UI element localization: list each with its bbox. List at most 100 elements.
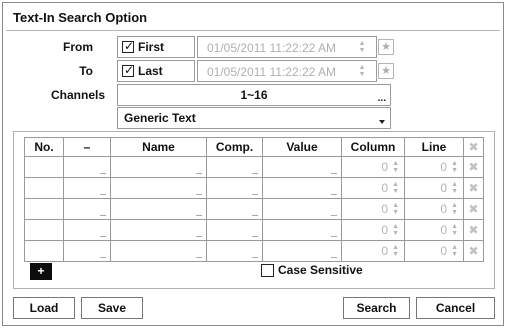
value-cell[interactable]	[262, 240, 342, 262]
column-stepper[interactable]: 0 ▲ ▼	[341, 219, 405, 241]
channels-value: 1~16	[240, 88, 268, 102]
ellipsis-marker	[196, 236, 202, 237]
dropdown-marker	[252, 173, 258, 174]
spinner-arrows-icon[interactable]: ▲ ▼	[451, 181, 458, 195]
comp-cell[interactable]	[206, 177, 263, 199]
ellipsis-marker	[331, 173, 337, 174]
comp-cell[interactable]	[206, 156, 263, 178]
ellipsis-marker	[196, 194, 202, 195]
line-value: 0	[440, 202, 447, 216]
table-row: 0 ▲ ▼ 0 ▲ ▼ ✖	[24, 198, 484, 220]
operator-cell[interactable]	[63, 198, 111, 220]
comp-cell[interactable]	[206, 198, 263, 220]
value-cell[interactable]	[262, 219, 342, 241]
column-value: 0	[381, 181, 388, 195]
table-row: 0 ▲ ▼ 0 ▲ ▼ ✖	[24, 156, 484, 178]
spinner-arrows-icon[interactable]: ▲ ▼	[392, 202, 399, 216]
operator-cell[interactable]	[63, 177, 111, 199]
delete-x-icon[interactable]: ✖	[463, 177, 484, 199]
column-value: 0	[381, 160, 388, 174]
name-cell[interactable]	[110, 198, 207, 220]
spinner-arrows-icon[interactable]: ▲ ▼	[358, 40, 366, 54]
header-value: Value	[262, 137, 342, 157]
spinner-arrows-icon[interactable]: ▲ ▼	[358, 64, 366, 78]
case-sensitive-label: Case Sensitive	[278, 263, 363, 277]
add-condition-button[interactable]: +	[30, 263, 52, 280]
column-stepper[interactable]: 0 ▲ ▼	[341, 156, 405, 178]
star-icon[interactable]: ★	[378, 39, 394, 55]
save-button[interactable]: Save	[81, 297, 143, 319]
header-column: Column	[341, 137, 405, 157]
spinner-arrows-icon[interactable]: ▲ ▼	[451, 244, 458, 258]
ellipsis-marker	[331, 215, 337, 216]
star-icon[interactable]: ★	[378, 63, 394, 79]
spinner-arrows-icon[interactable]: ▲ ▼	[451, 202, 458, 216]
from-datetime-field[interactable]: 01/05/2011 11:22:22 AM ▲ ▼	[197, 36, 377, 58]
line-stepper[interactable]: 0 ▲ ▼	[404, 156, 464, 178]
line-stepper[interactable]: 0 ▲ ▼	[404, 198, 464, 220]
dropdown-marker	[252, 215, 258, 216]
ellipsis-marker	[331, 257, 337, 258]
delete-x-icon[interactable]: ✖	[463, 240, 484, 262]
row-no-cell	[24, 156, 64, 178]
header-name: Name	[110, 137, 207, 157]
cancel-button[interactable]: Cancel	[416, 297, 495, 319]
dropdown-marker	[252, 236, 258, 237]
title-divider	[6, 30, 500, 31]
delete-all-icon[interactable]: ✖	[463, 137, 484, 157]
comp-cell[interactable]	[206, 219, 263, 241]
to-last-toggle[interactable]: ✓ Last	[117, 60, 195, 82]
spinner-arrows-icon[interactable]: ▲ ▼	[392, 181, 399, 195]
name-cell[interactable]	[110, 156, 207, 178]
text-type-dropdown[interactable]: Generic Text	[117, 107, 391, 129]
name-cell[interactable]	[110, 219, 207, 241]
comp-cell[interactable]	[206, 240, 263, 262]
from-first-checkbox[interactable]: ✓	[122, 39, 134, 53]
spinner-arrows-icon[interactable]: ▲ ▼	[451, 223, 458, 237]
line-stepper[interactable]: 0 ▲ ▼	[404, 240, 464, 262]
ellipsis-icon: ...	[377, 93, 386, 104]
name-cell[interactable]	[110, 177, 207, 199]
load-button[interactable]: Load	[13, 297, 75, 319]
name-cell[interactable]	[110, 240, 207, 262]
channels-selector[interactable]: 1~16 ...	[117, 84, 391, 106]
dropdown-marker	[100, 173, 106, 174]
spinner-arrows-icon[interactable]: ▲ ▼	[392, 160, 399, 174]
operator-cell[interactable]	[63, 240, 111, 262]
column-stepper[interactable]: 0 ▲ ▼	[341, 198, 405, 220]
column-stepper[interactable]: 0 ▲ ▼	[341, 177, 405, 199]
spinner-arrows-icon[interactable]: ▲ ▼	[451, 160, 458, 174]
delete-x-icon[interactable]: ✖	[463, 219, 484, 241]
text-type-value: Generic Text	[124, 111, 196, 125]
line-stepper[interactable]: 0 ▲ ▼	[404, 219, 464, 241]
table-row: 0 ▲ ▼ 0 ▲ ▼ ✖	[24, 240, 484, 262]
search-button[interactable]: Search	[343, 297, 410, 319]
column-stepper[interactable]: 0 ▲ ▼	[341, 240, 405, 262]
table-row: 0 ▲ ▼ 0 ▲ ▼ ✖	[24, 177, 484, 199]
spinner-arrows-icon[interactable]: ▲ ▼	[392, 244, 399, 258]
conditions-table: No. – Name Comp. Value Column Line ✖ 0 ▲ ▼…	[24, 137, 484, 262]
to-last-label: Last	[138, 64, 163, 78]
column-value: 0	[381, 202, 388, 216]
row-no-cell	[24, 177, 64, 199]
ellipsis-marker	[196, 215, 202, 216]
dropdown-marker	[100, 257, 106, 258]
operator-cell[interactable]	[63, 156, 111, 178]
value-cell[interactable]	[262, 198, 342, 220]
line-stepper[interactable]: 0 ▲ ▼	[404, 177, 464, 199]
from-first-toggle[interactable]: ✓ First	[117, 36, 195, 58]
value-cell[interactable]	[262, 177, 342, 199]
to-datetime-field[interactable]: 01/05/2011 11:22:22 AM ▲ ▼	[197, 60, 377, 82]
to-datetime-value: 01/05/2011 11:22:22 AM	[207, 65, 336, 79]
value-cell[interactable]	[262, 156, 342, 178]
from-datetime-value: 01/05/2011 11:22:22 AM	[207, 41, 336, 55]
table-row: 0 ▲ ▼ 0 ▲ ▼ ✖	[24, 219, 484, 241]
dropdown-arrow-icon	[379, 120, 385, 124]
spinner-arrows-icon[interactable]: ▲ ▼	[392, 223, 399, 237]
ellipsis-marker	[196, 257, 202, 258]
delete-x-icon[interactable]: ✖	[463, 198, 484, 220]
case-sensitive-checkbox[interactable]	[261, 264, 274, 277]
operator-cell[interactable]	[63, 219, 111, 241]
delete-x-icon[interactable]: ✖	[463, 156, 484, 178]
to-last-checkbox[interactable]: ✓	[122, 63, 134, 77]
